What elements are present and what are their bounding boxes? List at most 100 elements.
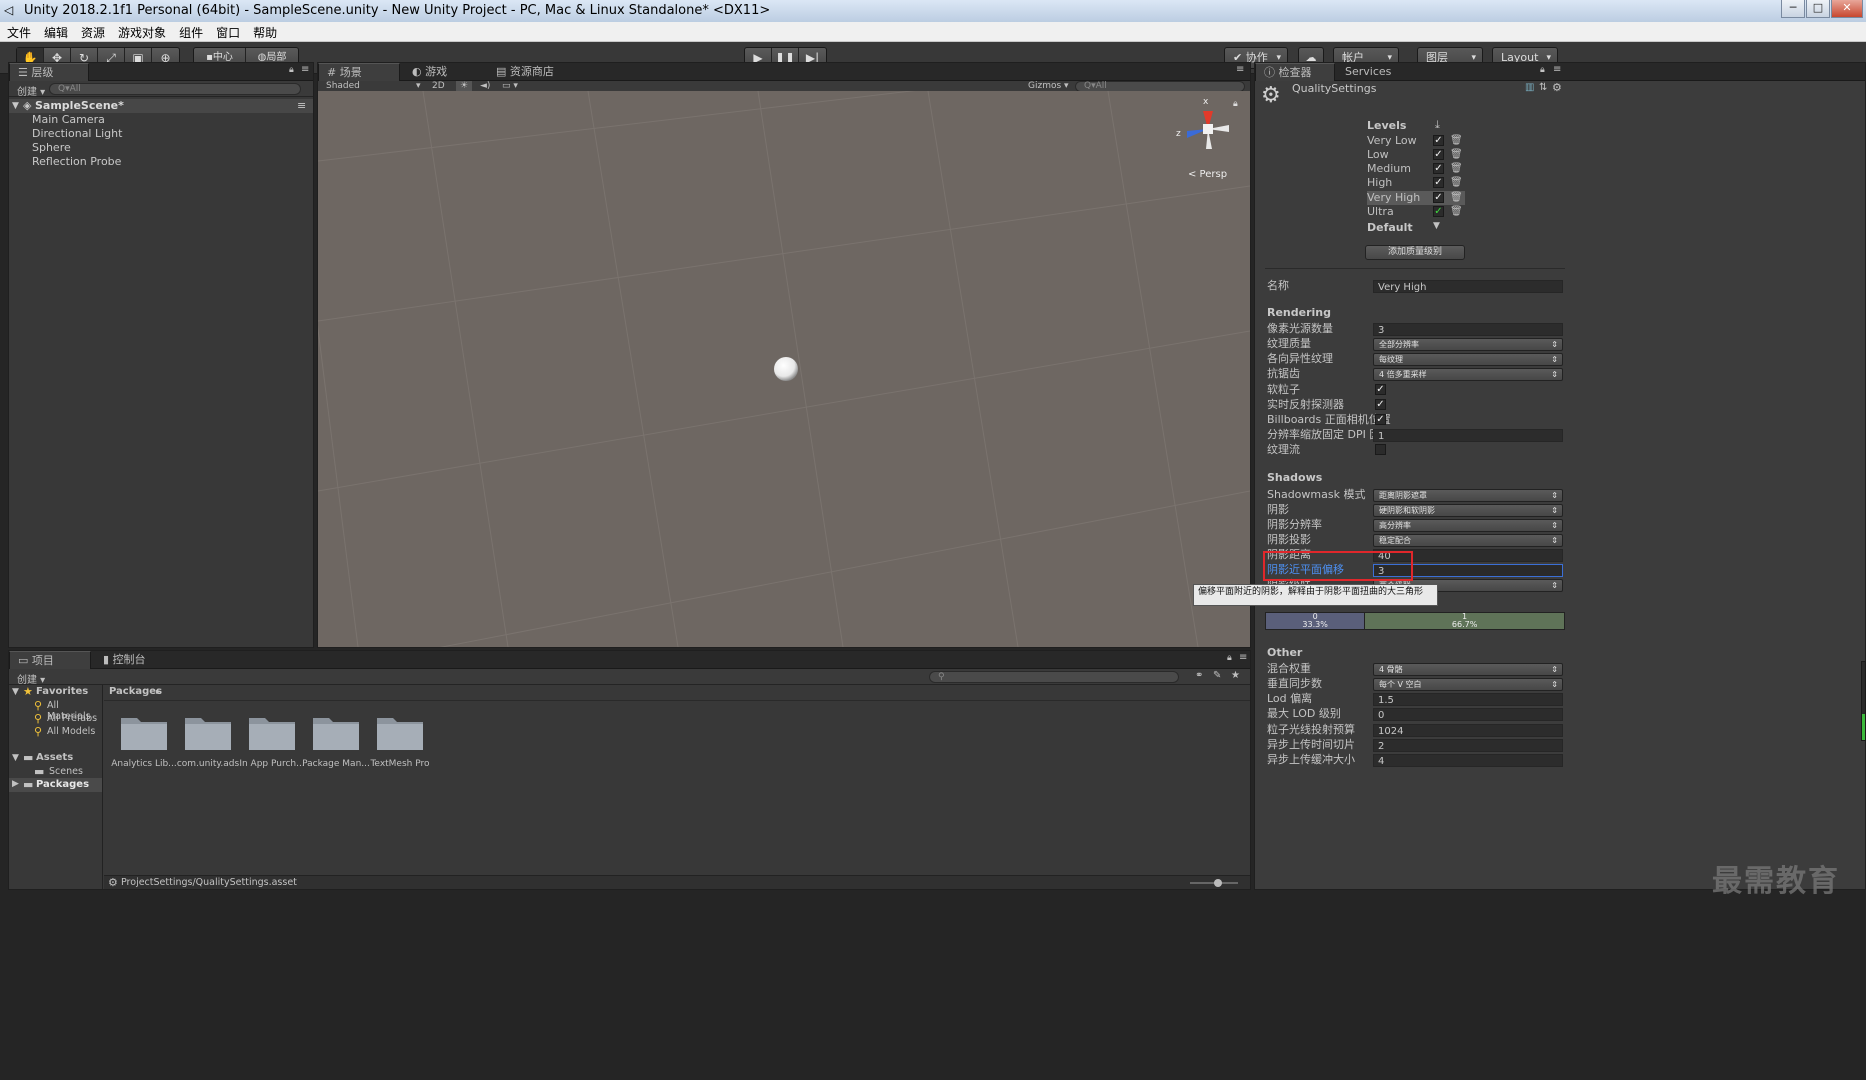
favorite-item[interactable]: All Prefabs	[47, 713, 97, 724]
trash-icon[interactable]: 🗑︎	[1450, 135, 1463, 146]
default-dropdown-arrow-icon[interactable]: ▼	[1433, 221, 1440, 231]
audio-toggle-icon[interactable]: ◄)	[480, 81, 490, 91]
menu-edit[interactable]: 编辑	[37, 22, 74, 41]
add-quality-level-button[interactable]: 添加质量级别	[1365, 245, 1465, 260]
tab-project[interactable]: ▭ 项目	[9, 651, 91, 669]
dpi-field[interactable]: 1	[1373, 429, 1563, 442]
raycast-budget-field[interactable]: 1024	[1373, 724, 1563, 737]
effects-toggle-icon[interactable]: ▭ ▾	[502, 81, 518, 91]
packages-row-selected[interactable]: ▶ ▬ Packages	[9, 778, 102, 792]
filter-type-icon[interactable]: ⚭	[1195, 670, 1203, 681]
max-lod-field[interactable]: 0	[1373, 708, 1563, 721]
lock-icon[interactable]: 🔒︎	[1540, 65, 1545, 75]
collapse-arrow-icon[interactable]: ▶	[12, 779, 19, 789]
help-book-icon[interactable]: ▥	[1525, 82, 1534, 93]
shadows-dropdown[interactable]: 硬阴影和软阴影 ⇕	[1373, 504, 1563, 517]
shading-dropdown[interactable]: Shaded	[326, 81, 360, 91]
aniso-dropdown[interactable]: 每纹理 ⇕	[1373, 353, 1563, 366]
cascade-split-bar[interactable]: 0 33.3% 1 66.7%	[1265, 612, 1565, 630]
lighting-toggle-icon[interactable]: ☀	[456, 81, 472, 91]
menu-gameobject[interactable]: 游戏对象	[111, 22, 172, 41]
panel-menu-icon[interactable]: ≡	[301, 64, 309, 75]
scrollbar-thumb[interactable]	[1862, 714, 1865, 740]
panel-menu-icon[interactable]: ≡	[1239, 652, 1247, 663]
assets-label[interactable]: Assets	[36, 752, 73, 763]
gizmo-lock-icon[interactable]: 🔒︎	[1233, 99, 1238, 109]
trash-icon[interactable]: 🗑︎	[1450, 206, 1463, 217]
cascade-segment-1[interactable]: 1 66.7%	[1365, 613, 1564, 629]
tab-scene[interactable]: # 场景	[318, 63, 400, 81]
tab-game[interactable]: ◐ 游戏	[404, 63, 484, 81]
soft-particles-checkbox[interactable]: ✓	[1375, 384, 1386, 395]
scene-gizmo[interactable]	[1173, 99, 1243, 169]
2d-toggle[interactable]: 2D	[432, 81, 445, 91]
vsync-dropdown[interactable]: 每个 V 空白 ⇕	[1373, 678, 1563, 691]
expand-arrow-icon[interactable]: ▼	[12, 753, 19, 763]
settings-cog-icon[interactable]: ⚙	[1552, 81, 1562, 94]
folder-item[interactable]	[119, 712, 169, 752]
menu-window[interactable]: 窗口	[209, 22, 246, 41]
panel-menu-icon[interactable]: ≡	[1553, 64, 1561, 75]
breadcrumb-packages[interactable]: Packages	[109, 686, 162, 697]
hierarchy-search-input[interactable]: Q▾All	[49, 83, 301, 95]
minimize-button[interactable]: ─	[1781, 0, 1805, 18]
shadow-projection-dropdown[interactable]: 稳定配合 ⇕	[1373, 534, 1563, 547]
tab-console[interactable]: ▮ 控制台	[95, 651, 175, 669]
trash-icon[interactable]: 🗑︎	[1450, 177, 1463, 188]
create-dropdown[interactable]: 创建 ▾	[17, 83, 45, 98]
scene-row[interactable]: ▼ ◈ SampleScene* ≡	[9, 99, 313, 113]
preset-icon[interactable]: ⇅	[1539, 82, 1547, 93]
name-field[interactable]: Very High	[1373, 280, 1563, 293]
icon-size-slider[interactable]	[1190, 879, 1238, 887]
lod-bias-field[interactable]: 1.5	[1373, 693, 1563, 706]
close-window-button[interactable]: ✕	[1831, 0, 1863, 18]
level-checkbox[interactable]: ✓	[1433, 135, 1444, 146]
level-checkbox[interactable]: ✓	[1433, 149, 1444, 160]
hierarchy-item[interactable]: Sphere	[9, 141, 313, 155]
aa-dropdown[interactable]: 4 倍多重采样 ⇕	[1373, 368, 1563, 381]
folder-item[interactable]	[375, 712, 425, 752]
async-time-field[interactable]: 2	[1373, 739, 1563, 752]
favorite-star-icon[interactable]: ★	[1231, 670, 1240, 681]
tab-hierarchy[interactable]: ☰ 层级	[9, 63, 89, 81]
download-icon[interactable]: ⤓	[1435, 118, 1440, 132]
filter-label-icon[interactable]: ✎	[1213, 670, 1221, 681]
create-dropdown[interactable]: 创建 ▾	[17, 671, 45, 686]
maximize-button[interactable]: □	[1806, 0, 1830, 18]
inspector-scrollbar[interactable]	[1861, 661, 1866, 741]
cascade-segment-0[interactable]: 0 33.3%	[1266, 613, 1366, 629]
blend-weights-dropdown[interactable]: 4 骨骼 ⇕	[1373, 663, 1563, 676]
lock-icon[interactable]: 🔒︎	[289, 65, 294, 75]
folder-item[interactable]	[247, 712, 297, 752]
favorites-label[interactable]: Favorites	[36, 686, 88, 697]
texture-streaming-checkbox[interactable]	[1375, 444, 1386, 455]
shadow-resolution-dropdown[interactable]: 高分辨率 ⇕	[1373, 519, 1563, 532]
expand-arrow-icon[interactable]: ▼	[12, 687, 19, 697]
sphere-object[interactable]	[771, 354, 801, 384]
level-checkbox[interactable]: ✓	[1433, 177, 1444, 188]
persp-label[interactable]: < Persp	[1188, 169, 1227, 180]
lock-icon[interactable]: 🔒︎	[1227, 653, 1232, 663]
folder-item[interactable]	[183, 712, 233, 752]
level-checkbox[interactable]: ✓	[1433, 206, 1444, 217]
gizmos-dropdown[interactable]: Gizmos ▾	[1028, 81, 1069, 91]
hierarchy-item[interactable]: Directional Light	[9, 127, 313, 141]
pixel-light-field[interactable]: 3	[1373, 323, 1563, 336]
trash-icon[interactable]: 🗑︎	[1450, 163, 1463, 174]
menu-file[interactable]: 文件	[0, 22, 37, 41]
hierarchy-item[interactable]: Main Camera	[9, 113, 313, 127]
trash-icon[interactable]: 🗑︎	[1450, 192, 1463, 203]
expand-arrow-icon[interactable]: ▼	[12, 99, 19, 113]
texture-quality-dropdown[interactable]: 全部分辨率 ⇕	[1373, 338, 1563, 351]
project-search-input[interactable]: ⚲	[929, 671, 1179, 683]
folder-item[interactable]	[311, 712, 361, 752]
menu-component[interactable]: 组件	[172, 22, 209, 41]
level-checkbox[interactable]: ✓	[1433, 163, 1444, 174]
scene-viewport[interactable]: x z 🔒︎ < Persp	[318, 91, 1250, 647]
panel-menu-icon[interactable]: ≡	[1236, 64, 1244, 75]
realtime-reflection-checkbox[interactable]: ✓	[1375, 399, 1386, 410]
async-buffer-field[interactable]: 4	[1373, 754, 1563, 767]
trash-icon[interactable]: 🗑︎	[1450, 149, 1463, 160]
slider-thumb[interactable]	[1214, 879, 1222, 887]
tab-services[interactable]: Services	[1337, 63, 1407, 81]
